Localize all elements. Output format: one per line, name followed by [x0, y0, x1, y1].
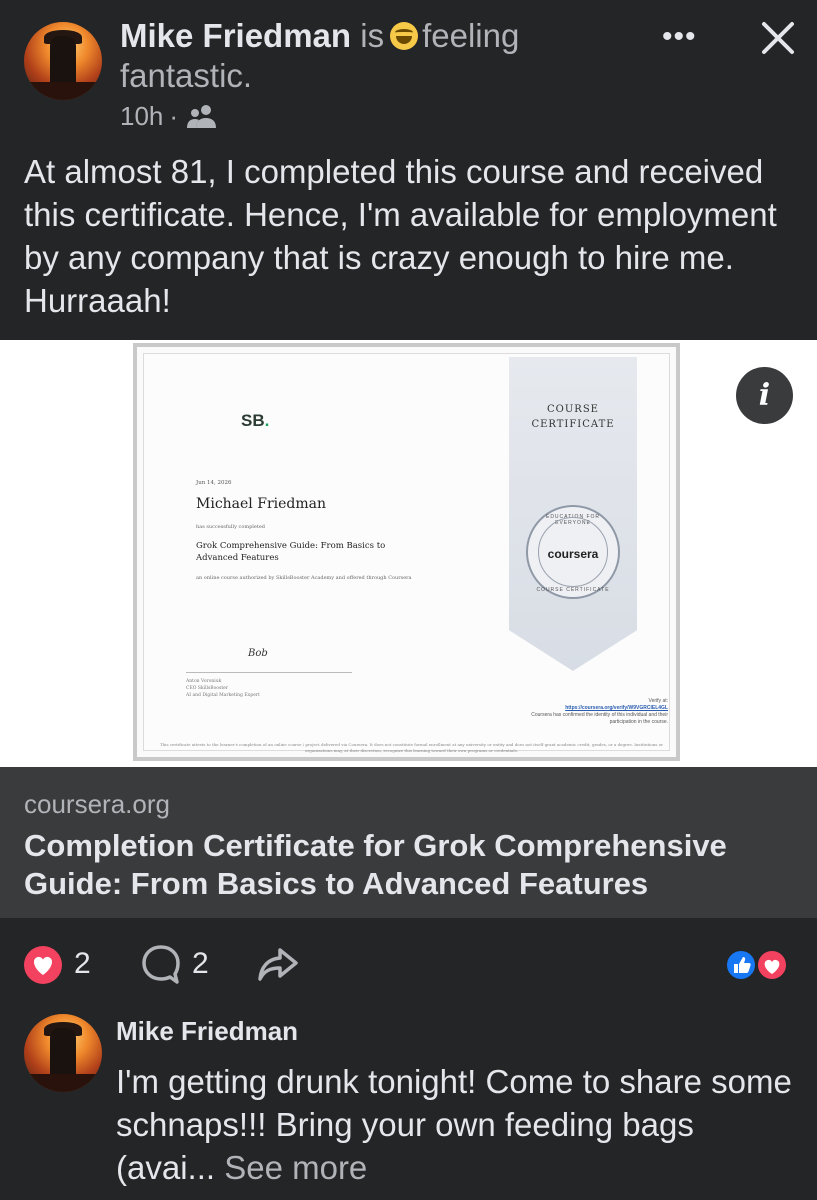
love-reaction-icon[interactable]	[24, 946, 62, 984]
activity-feeling: feeling	[422, 17, 520, 54]
sb-logo-text: SB	[241, 411, 265, 430]
signature-line	[186, 672, 352, 673]
avatar-ground	[24, 82, 102, 100]
reactions-count[interactable]: 2	[74, 947, 91, 981]
signer-block: Anton Voroniuk CEO SkillsBooster AI and …	[186, 678, 260, 699]
sb-logo-dot: .	[264, 411, 270, 430]
comment: Mike Friedman I'm getting drunk tonight!…	[0, 1010, 817, 1200]
seal-wordmark: coursera	[547, 547, 599, 561]
certificate-footer: This certificate attests to the learner'…	[159, 742, 664, 753]
post-image[interactable]: SB. COURSE CERTIFICATE EDUCATION FOR EVE…	[0, 340, 817, 767]
comment-author[interactable]: Mike Friedman	[116, 1016, 298, 1047]
certificate: SB. COURSE CERTIFICATE EDUCATION FOR EVE…	[133, 343, 680, 761]
comments-count[interactable]: 2	[192, 947, 209, 981]
see-more-link[interactable]: See more	[224, 1149, 367, 1186]
author-line: Mike Friedman is feeling fantastic.	[120, 16, 550, 96]
reactions-summary[interactable]	[724, 948, 794, 982]
post-meta: 10h ·	[120, 101, 218, 132]
verify-label: Verify at:	[648, 698, 668, 704]
verify-url: https://coursera.org/verify/W9VGRCIEL4GL	[565, 705, 668, 711]
course-name: Grok Comprehensive Guide: From Basics to…	[196, 541, 386, 563]
certificate-inner: SB. COURSE CERTIFICATE EDUCATION FOR EVE…	[143, 353, 670, 753]
post-text: At almost 81, I completed this course an…	[24, 153, 777, 319]
seal-bottom-text: COURSE CERTIFICATE	[536, 587, 610, 593]
recipient-name: Michael Friedman	[196, 496, 326, 512]
ribbon-title: COURSE CERTIFICATE	[531, 404, 615, 430]
comment-body: I'm getting drunk tonight! Come to share…	[116, 1063, 792, 1186]
link-preview[interactable]: coursera.org Completion Certificate for …	[0, 767, 817, 918]
link-domain: coursera.org	[24, 789, 170, 819]
meta-separator: ·	[169, 101, 179, 131]
info-button[interactable]: i	[736, 367, 793, 424]
comment-text: I'm getting drunk tonight! Come to share…	[116, 1060, 796, 1189]
grinning-face-icon	[390, 22, 419, 50]
share-icon[interactable]	[256, 944, 300, 984]
post-time[interactable]: 10h	[120, 101, 163, 132]
action-bar: 2 2	[0, 930, 817, 1000]
avatar-ground	[24, 1074, 102, 1092]
coursera-seal: EDUCATION FOR EVERYONE coursera COURSE C…	[526, 505, 620, 599]
sb-logo: SB.	[241, 411, 269, 431]
comment-author-avatar[interactable]	[24, 1014, 102, 1092]
signer-name: Anton Voroniuk	[186, 679, 222, 684]
info-icon: i	[758, 378, 771, 413]
more-options-button[interactable]: •••	[662, 20, 706, 56]
post-header: Mike Friedman is feeling fantastic. 10h ·…	[0, 0, 817, 140]
signature: Bob	[248, 648, 268, 659]
verify-note: Coursera has confirmed the identity of t…	[531, 712, 668, 725]
friends-icon	[187, 104, 217, 128]
certificate-date: Jun 14, 2026	[196, 480, 232, 486]
signer-role: AI and Digital Marketing Expert	[186, 693, 260, 698]
comment-icon[interactable]	[141, 944, 181, 986]
signer-role: CEO SkillsBooster	[186, 686, 228, 691]
close-icon[interactable]	[758, 18, 798, 58]
link-title: Completion Certificate for Grok Comprehe…	[24, 828, 727, 901]
more-options-icon: •••	[662, 20, 697, 53]
author-name[interactable]: Mike Friedman	[120, 17, 351, 54]
completed-text: has successfully completed	[196, 524, 265, 530]
course-description: an online course authorized by SkillsBoo…	[196, 575, 412, 581]
activity-prefix: is	[360, 17, 385, 54]
author-avatar[interactable]	[24, 22, 102, 100]
verify-block: Verify at: https://coursera.org/verify/W…	[516, 698, 668, 726]
activity-state: fantastic.	[120, 57, 253, 94]
